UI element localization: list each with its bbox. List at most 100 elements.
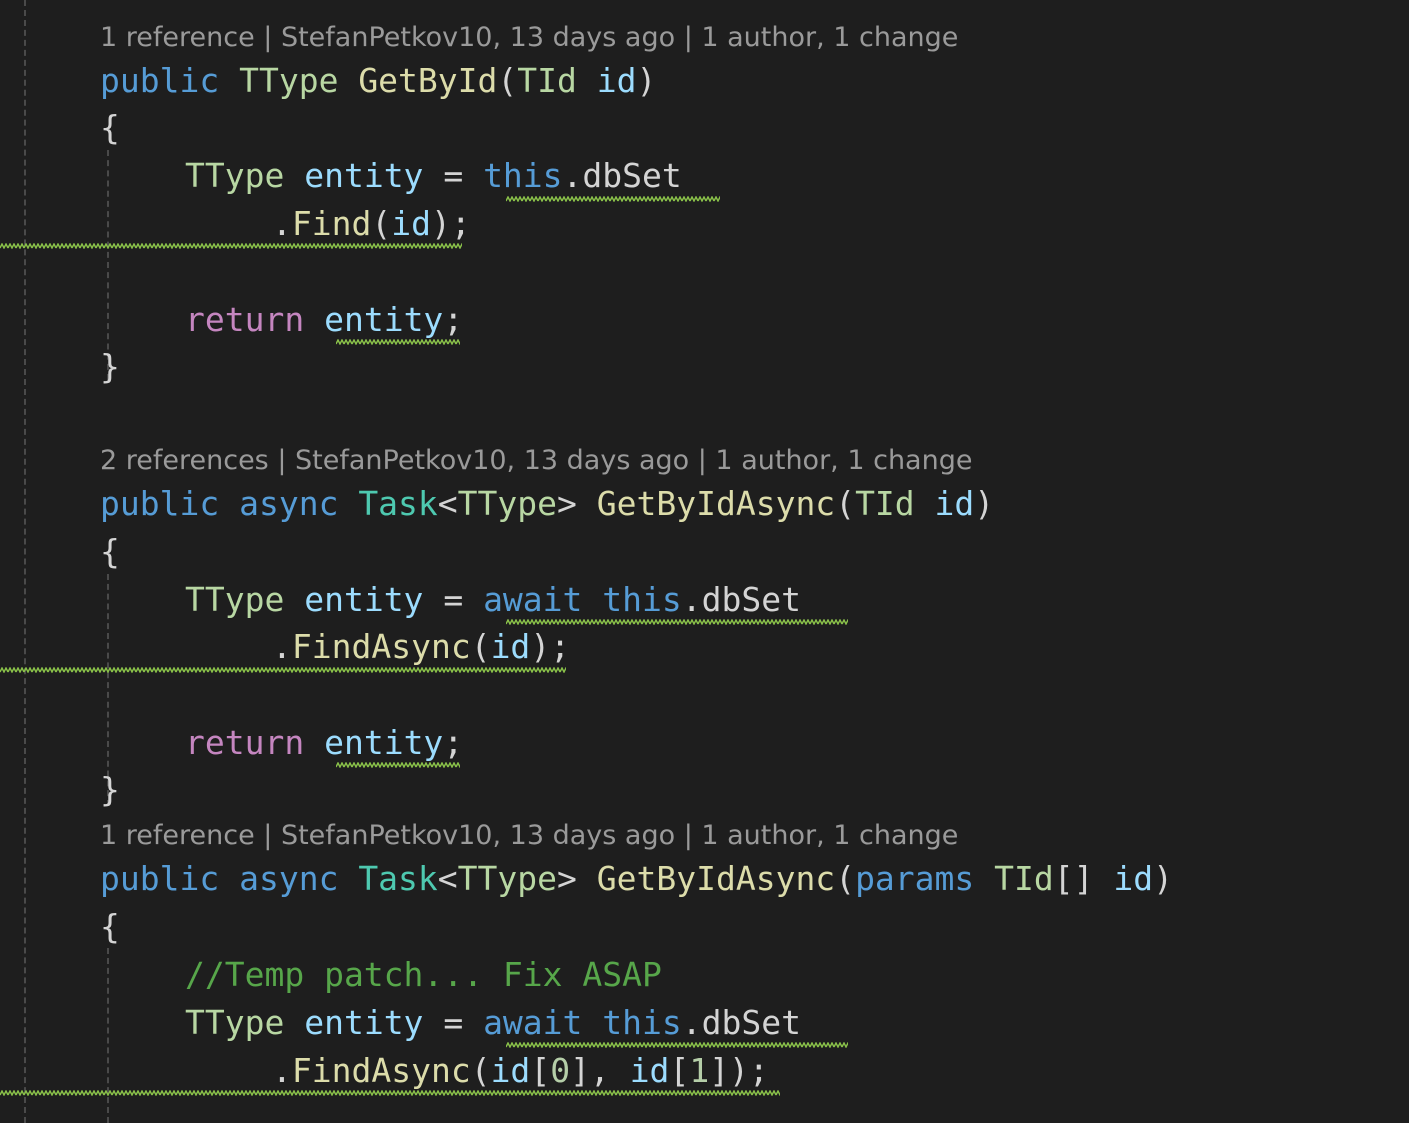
codelens-getbyidasync[interactable]: 2 references | StefanPetkov10, 13 days a… bbox=[100, 446, 972, 476]
local-var: entity bbox=[304, 1003, 424, 1042]
arg-id: id bbox=[629, 1051, 670, 1090]
dot: . bbox=[272, 204, 292, 243]
signature-getbyidasync[interactable]: public async Task<TType> GetByIdAsync(TI… bbox=[100, 484, 994, 524]
close-brace: } bbox=[100, 347, 120, 386]
param-name: id bbox=[934, 484, 975, 523]
method-find: Find bbox=[291, 204, 372, 243]
warning-squiggle[interactable] bbox=[506, 196, 720, 202]
return-var: entity bbox=[324, 300, 444, 339]
open-brace: { bbox=[100, 907, 120, 946]
bracket-open: [ bbox=[530, 1051, 551, 1090]
local-var: entity bbox=[304, 580, 424, 619]
warning-squiggle[interactable] bbox=[506, 1042, 848, 1048]
paren-open: ( bbox=[835, 859, 856, 898]
paren-open: ( bbox=[470, 627, 491, 666]
statement-assign-entity[interactable]: TType entity = this.dbSet bbox=[185, 156, 682, 196]
paren-open: ( bbox=[371, 204, 392, 243]
local-type: TType bbox=[185, 1003, 285, 1042]
dot: . bbox=[272, 627, 292, 666]
method-findasync: FindAsync bbox=[291, 627, 471, 666]
paren-open: ( bbox=[470, 1051, 491, 1090]
codelens-getbyidasync-params[interactable]: 1 reference | StefanPetkov10, 13 days ag… bbox=[100, 821, 958, 851]
angle-close: > bbox=[557, 859, 577, 898]
method-findasync: FindAsync bbox=[291, 1051, 471, 1090]
arg-id: id bbox=[490, 1051, 531, 1090]
method-name: GetById bbox=[358, 61, 498, 100]
warning-squiggle[interactable] bbox=[506, 619, 848, 625]
keyword-async: async bbox=[239, 484, 339, 523]
return-statement[interactable]: return entity; bbox=[185, 300, 463, 340]
close-brace: } bbox=[100, 770, 120, 809]
indent-guide-getbyid bbox=[107, 150, 109, 380]
operator-assign: = bbox=[443, 156, 464, 195]
angle-open: < bbox=[437, 859, 458, 898]
codelens-getbyid[interactable]: 1 reference | StefanPetkov10, 13 days ag… bbox=[100, 23, 958, 53]
paren-open: ( bbox=[497, 61, 518, 100]
keyword-await: await bbox=[483, 1003, 583, 1042]
generic-arg: TType bbox=[457, 859, 558, 898]
local-var: entity bbox=[304, 156, 424, 195]
warning-squiggle[interactable] bbox=[0, 243, 462, 249]
arg-id: id bbox=[490, 627, 531, 666]
paren-close-semicolon: ); bbox=[430, 204, 471, 243]
local-type: TType bbox=[185, 156, 285, 195]
call-findasync-indexed[interactable]: .FindAsync(id[0], id[1]); bbox=[272, 1051, 769, 1091]
member-dbset: .dbSet bbox=[562, 156, 682, 195]
generic-arg: TType bbox=[457, 484, 558, 523]
angle-close: > bbox=[557, 484, 577, 523]
param-type: TId bbox=[517, 61, 577, 100]
warning-squiggle[interactable] bbox=[0, 1090, 780, 1096]
paren-close: ) bbox=[974, 484, 995, 523]
return-var: entity bbox=[324, 723, 444, 762]
dot: . bbox=[272, 1051, 292, 1090]
comment-line: //Temp patch... Fix ASAP bbox=[185, 955, 662, 994]
bracket-close-comma: ], bbox=[570, 1051, 610, 1090]
index-0: 0 bbox=[550, 1051, 571, 1090]
keyword-public: public bbox=[100, 61, 220, 100]
index-1: 1 bbox=[689, 1051, 710, 1090]
local-type: TType bbox=[185, 580, 285, 619]
type-task: Task bbox=[358, 484, 438, 523]
paren-close-semicolon: ); bbox=[530, 627, 571, 666]
call-find[interactable]: .Find(id); bbox=[272, 204, 471, 244]
keyword-return: return bbox=[185, 723, 305, 762]
indent-guide-getbyidasync-params bbox=[107, 948, 109, 1123]
method-name: GetByIdAsync bbox=[596, 484, 836, 523]
warning-squiggle[interactable] bbox=[0, 667, 566, 673]
statement-assign-entity[interactable]: TType entity = await this.dbSet bbox=[185, 1003, 801, 1043]
paren-close: ) bbox=[636, 61, 657, 100]
operator-assign: = bbox=[443, 580, 464, 619]
paren-close-semicolon: ]); bbox=[709, 1051, 769, 1090]
angle-open: < bbox=[437, 484, 458, 523]
keyword-this: this bbox=[602, 1003, 682, 1042]
bracket-open: [ bbox=[669, 1051, 690, 1090]
keyword-public: public bbox=[100, 484, 220, 523]
keyword-public: public bbox=[100, 859, 220, 898]
return-statement[interactable]: return entity; bbox=[185, 723, 463, 763]
arg-id: id bbox=[391, 204, 431, 243]
type-task: Task bbox=[358, 859, 438, 898]
keyword-this: this bbox=[602, 580, 682, 619]
statement-assign-entity[interactable]: TType entity = await this.dbSet bbox=[185, 580, 801, 620]
param-name: id bbox=[596, 61, 637, 100]
semicolon: ; bbox=[443, 723, 464, 762]
method-name: GetByIdAsync bbox=[596, 859, 836, 898]
semicolon: ; bbox=[443, 300, 464, 339]
member-dbset: .dbSet bbox=[681, 580, 801, 619]
param-type: TId bbox=[994, 859, 1054, 898]
keyword-async: async bbox=[239, 859, 339, 898]
param-name: id bbox=[1113, 859, 1154, 898]
keyword-await: await bbox=[483, 580, 583, 619]
signature-getbyid[interactable]: public TType GetById(TId id) bbox=[100, 61, 656, 101]
param-type: TId bbox=[855, 484, 915, 523]
code-editor[interactable]: 1 reference | StefanPetkov10, 13 days ag… bbox=[0, 0, 1409, 1123]
array-brackets: [] bbox=[1053, 859, 1094, 898]
call-findasync[interactable]: .FindAsync(id); bbox=[272, 627, 570, 667]
warning-squiggle[interactable] bbox=[336, 339, 460, 345]
open-brace: { bbox=[100, 108, 120, 147]
keyword-params: params bbox=[855, 859, 975, 898]
return-type: TType bbox=[239, 61, 339, 100]
member-dbset: .dbSet bbox=[681, 1003, 801, 1042]
signature-getbyidasync-params[interactable]: public async Task<TType> GetByIdAsync(pa… bbox=[100, 859, 1173, 899]
warning-squiggle[interactable] bbox=[336, 762, 460, 768]
